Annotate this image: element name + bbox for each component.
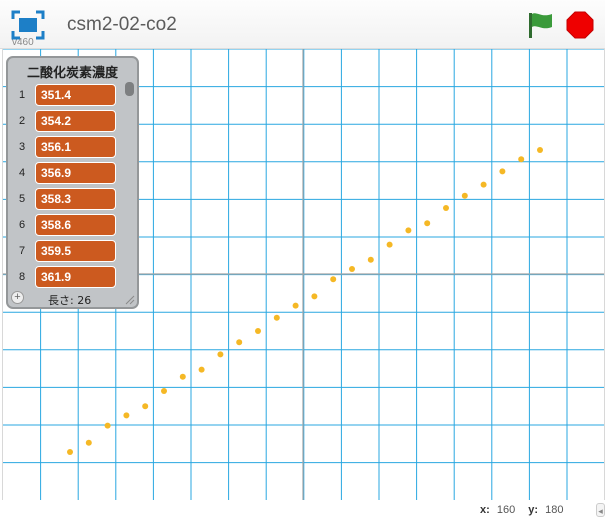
pen-dot: [123, 412, 130, 419]
pen-dot: [217, 351, 224, 358]
list-item[interactable]: 8 361.9: [12, 265, 124, 289]
green-flag-icon[interactable]: [525, 11, 555, 39]
pen-dot: [161, 388, 167, 394]
list-item-value[interactable]: 359.5: [35, 240, 116, 262]
mouse-coordinates: x: 160 y: 180: [480, 504, 563, 516]
project-title: csm2-02-co2: [67, 14, 177, 35]
list-item-value[interactable]: 356.1: [35, 136, 116, 158]
list-item-index: 8: [18, 271, 26, 283]
list-item-index: 6: [18, 219, 26, 231]
pen-dot: [67, 449, 73, 455]
list-item[interactable]: 6 358.6: [12, 213, 124, 239]
pen-dot: [461, 192, 468, 199]
pen-dot: [443, 205, 449, 211]
list-item-value[interactable]: 358.6: [35, 214, 116, 236]
x-coord-label: x:: [480, 504, 490, 516]
pen-dot: [104, 422, 111, 429]
pen-dot: [311, 293, 318, 300]
list-item-value[interactable]: 356.9: [35, 162, 116, 184]
list-footer: + 長さ: 26: [8, 290, 137, 307]
pen-dot: [518, 156, 525, 163]
list-item-index: 2: [18, 115, 26, 127]
pen-dot: [255, 328, 261, 334]
list-item-index: 4: [18, 167, 26, 179]
add-item-button[interactable]: +: [11, 291, 24, 304]
list-item[interactable]: 7 359.5: [12, 239, 124, 265]
list-item[interactable]: 2 354.2: [12, 109, 124, 135]
pen-dot: [537, 147, 543, 153]
list-item-value[interactable]: 358.3: [35, 188, 116, 210]
list-item-index: 3: [18, 141, 26, 153]
pen-dot: [367, 256, 374, 263]
pen-dot: [499, 168, 506, 175]
list-rows: 1 351.4 2 354.2 3 356.1 4 356.9 5 358.3 6 358.6 7 359…: [12, 83, 124, 289]
list-item[interactable]: 3 356.1: [12, 135, 124, 161]
list-title: 二酸化炭素濃度: [26, 66, 118, 81]
pen-dot: [179, 373, 186, 380]
y-coord-value: 180: [545, 504, 564, 516]
list-length-label: 長さ: 26: [48, 294, 92, 307]
pen-dot: [142, 403, 149, 410]
pen-dot: [292, 302, 299, 309]
pen-dot: [198, 366, 205, 373]
list-monitor[interactable]: 二酸化炭素濃度 1 351.4 2 354.2 3 356.1 4 356.9 5 358.3 6 3…: [6, 56, 139, 309]
pen-dot: [273, 314, 280, 321]
y-coord-label: y:: [528, 504, 539, 516]
list-scrollbar[interactable]: [125, 82, 134, 96]
fullscreen-icon[interactable]: [11, 10, 45, 40]
pen-dot: [236, 339, 243, 346]
list-item[interactable]: 5 358.3: [12, 187, 124, 213]
pen-dot: [330, 276, 337, 283]
x-coord-value: 160: [496, 504, 516, 516]
stop-icon[interactable]: [566, 11, 594, 39]
list-item-index: 5: [18, 193, 26, 205]
list-item-index: 1: [18, 89, 26, 101]
list-item-value[interactable]: 354.2: [35, 110, 116, 132]
pen-dot: [480, 181, 487, 188]
list-item-value[interactable]: 351.4: [35, 84, 116, 106]
pen-dot: [405, 227, 412, 234]
list-item-value[interactable]: 361.9: [35, 266, 116, 288]
pen-dot: [349, 266, 355, 272]
list-item-index: 7: [18, 245, 26, 257]
pen-dot: [386, 241, 393, 248]
pen-dot: [85, 439, 92, 446]
list-item[interactable]: 1 351.4: [12, 83, 124, 109]
player-header: v460 csm2-02-co2: [0, 0, 605, 49]
pen-dot: [424, 220, 431, 227]
scroll-left-icon[interactable]: ◂: [596, 503, 605, 517]
list-item[interactable]: 4 356.9: [12, 161, 124, 187]
resize-handle-icon[interactable]: [125, 295, 135, 305]
version-label: v460: [12, 37, 34, 48]
